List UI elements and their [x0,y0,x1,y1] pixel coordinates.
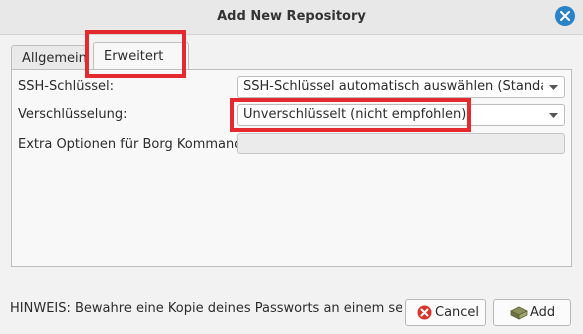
chevron-down-icon [549,85,558,90]
ssh-key-select[interactable]: SSH-Schlüssel automatisch auswählen (Sta… [237,76,565,98]
encryption-label: Verschlüsselung: [18,107,128,122]
tab-advanced[interactable]: Erweitert [93,42,189,71]
ssh-key-select-value: SSH-Schlüssel automatisch auswählen (Sta… [243,79,543,94]
encryption-select[interactable]: Unverschlüsselt (nicht empfohlen) [237,104,565,126]
add-button-label: Add [530,305,556,320]
extra-options-input[interactable] [237,133,565,154]
window-title: Add New Repository [217,9,366,24]
encryption-select-value: Unverschlüsselt (nicht empfohlen) [243,107,467,122]
advanced-panel [11,69,572,267]
extra-options-label: Extra Optionen für Borg Kommando: [18,137,255,152]
tab-general[interactable]: Allgemein [11,45,87,70]
add-repository-icon [510,306,528,320]
footer-note: HINWEIS: Bewahre eine Kopie deines Passw… [10,301,402,316]
cancel-icon [417,305,432,320]
cancel-button-label: Cancel [435,305,480,320]
title-bar: Add New Repository [0,0,583,35]
add-button[interactable]: Add [493,299,571,326]
close-icon [560,11,570,21]
ssh-key-label: SSH-Schlüssel: [18,79,114,94]
cancel-button[interactable]: Cancel [405,299,486,326]
close-button[interactable] [555,6,575,26]
chevron-down-icon [549,113,558,118]
